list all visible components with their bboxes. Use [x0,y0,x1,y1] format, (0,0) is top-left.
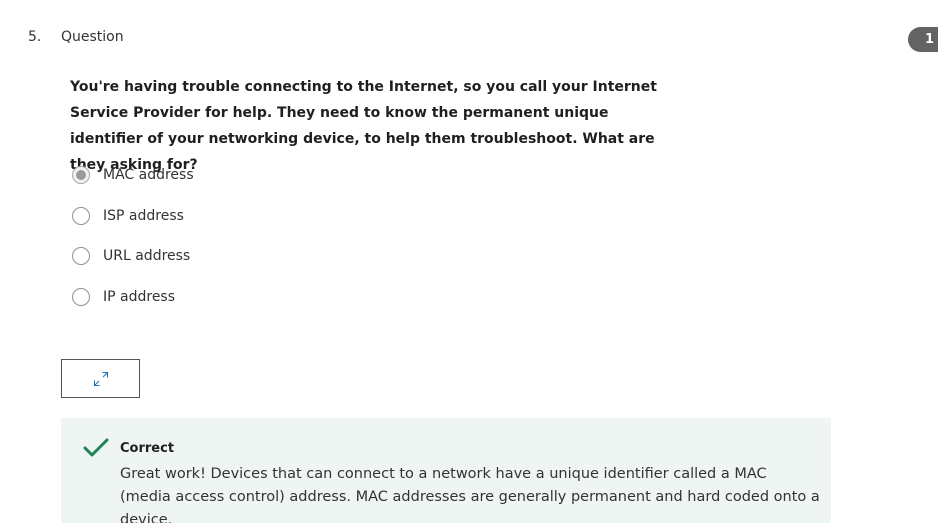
feedback-text: Great work! Devices that can connect to … [120,466,820,523]
quiz-page: 5. Question 1 You're having trouble conn… [0,0,938,523]
option-url-address[interactable]: URL address [72,244,194,268]
question-label: Question [61,29,124,45]
expand-icon [93,371,108,386]
option-label: IP address [103,289,176,306]
radio-dot [76,170,86,180]
checkmark-icon [83,438,109,457]
feedback-title: Correct [120,441,175,456]
option-label: ISP address [103,207,184,224]
expand-button[interactable] [61,359,140,398]
option-ip-address[interactable]: IP address [72,285,194,309]
option-label: MAC address [103,167,194,183]
radio-button-selected[interactable] [72,166,90,184]
radio-button[interactable] [72,288,90,307]
feedback-panel: Correct Great work! Devices that can con… [61,418,831,523]
radio-button[interactable] [72,206,90,225]
option-mac-address[interactable]: MAC address [72,163,194,187]
option-isp-address[interactable]: ISP address [72,204,194,228]
question-number: 5. [28,29,42,45]
option-label: URL address [103,248,191,265]
answer-options: MAC address ISP address URL address IP a… [72,163,194,326]
points-badge: 1 [908,27,938,52]
radio-button[interactable] [72,247,90,266]
